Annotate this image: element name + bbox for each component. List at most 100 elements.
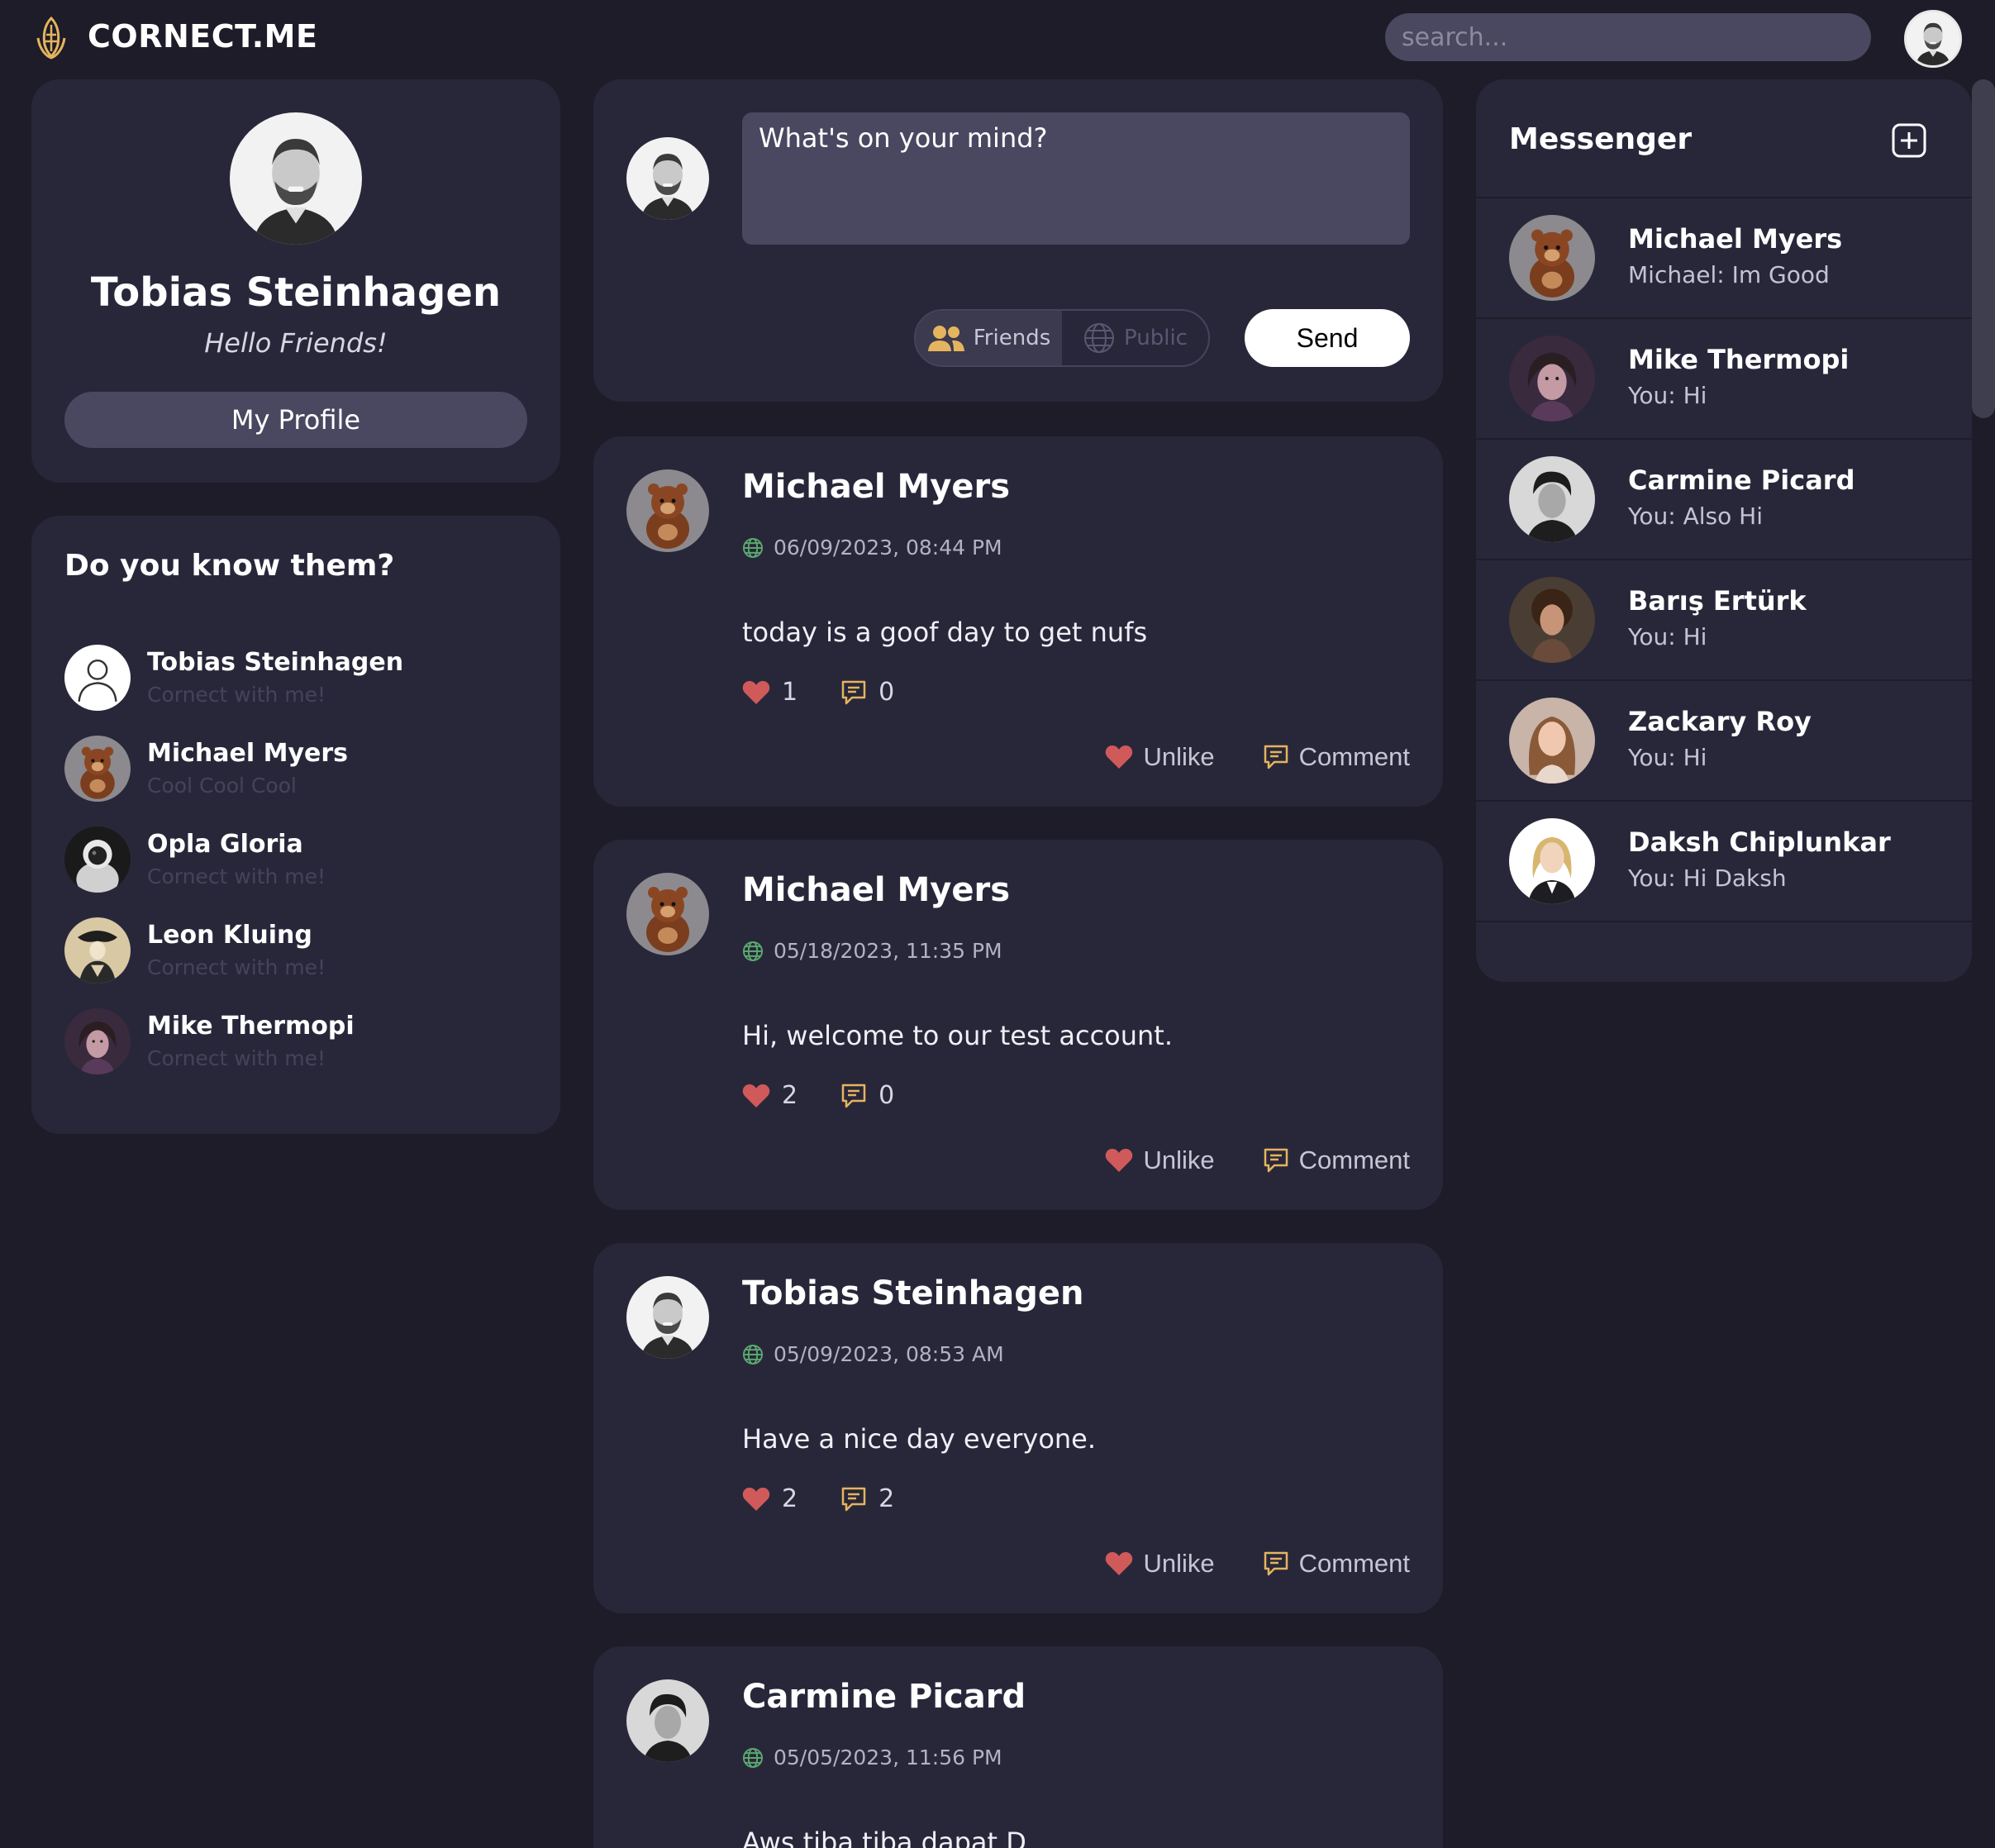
suggestions-card: Do you know them? Tobias Steinhagen Corn… — [31, 516, 560, 1134]
profile-name: Tobias Steinhagen — [90, 269, 502, 316]
post-author-name[interactable]: Michael Myers — [742, 871, 1010, 909]
suggestion-avatar — [64, 826, 131, 893]
post-card: Carmine Picard 05/05/2023, 11:56 PM Aws … — [593, 1646, 1443, 1848]
composer-avatar — [626, 137, 709, 220]
conversation-item[interactable]: Daksh Chiplunkar You: Hi Daksh — [1476, 802, 1972, 922]
conversation-item[interactable]: Zackary Roy You: Hi — [1476, 681, 1972, 802]
post-author-name[interactable]: Tobias Steinhagen — [742, 1274, 1083, 1312]
conversation-last-message: You: Hi Daksh — [1628, 864, 1787, 892]
suggestion-name[interactable]: Tobias Steinhagen — [147, 648, 403, 677]
unlike-label: Unlike — [1143, 1549, 1215, 1578]
user-avatar-button[interactable] — [1904, 10, 1962, 68]
post-input[interactable] — [742, 112, 1410, 245]
suggestion-avatar — [64, 917, 131, 984]
comment-icon — [841, 1487, 866, 1511]
post-card: Michael Myers 05/18/2023, 11:35 PM Hi, w… — [593, 840, 1443, 1210]
conversation-last-message: You: Also Hi — [1628, 502, 1763, 530]
conversation-item[interactable]: Michael Myers Michael: Im Good — [1476, 198, 1972, 319]
comment-icon — [1264, 1551, 1288, 1576]
my-profile-button[interactable]: My Profile — [64, 392, 527, 448]
post-composer: Friends Public Send — [593, 79, 1443, 402]
suggestion-item[interactable]: Tobias Steinhagen Cornect with me! — [64, 645, 544, 736]
post-author-avatar[interactable] — [626, 469, 709, 552]
post-date: 05/18/2023, 11:35 PM — [774, 939, 1002, 963]
post-actions: Unlike Comment — [1105, 1145, 1410, 1175]
app-logo[interactable]: CORNECT.ME — [33, 13, 317, 60]
conversation-item[interactable]: Carmine Picard You: Also Hi — [1476, 440, 1972, 560]
scrollbar-thumb[interactable] — [1972, 79, 1995, 418]
globe-icon — [1084, 323, 1115, 353]
suggestion-subtitle: Cornect with me! — [147, 683, 326, 707]
unlike-label: Unlike — [1143, 742, 1215, 771]
comment-count: 0 — [878, 678, 895, 707]
new-message-icon[interactable] — [1891, 122, 1927, 159]
visibility-friends-label: Friends — [973, 326, 1051, 350]
post-author-name[interactable]: Carmine Picard — [742, 1678, 1026, 1716]
send-button[interactable]: Send — [1245, 309, 1410, 367]
post-author-avatar[interactable] — [626, 1679, 709, 1762]
post-date: 06/09/2023, 08:44 PM — [774, 536, 1002, 560]
post-content: Hi, welcome to our test account. — [742, 1020, 1174, 1051]
heart-icon — [742, 680, 770, 704]
conversation-last-message: You: Hi — [1628, 623, 1707, 650]
post-meta: 05/09/2023, 08:53 AM — [742, 1342, 1004, 1366]
post-card: Michael Myers 06/09/2023, 08:44 PM today… — [593, 436, 1443, 807]
conversation-avatar — [1509, 818, 1595, 904]
conversation-list: Michael Myers Michael: Im Good Mike Ther… — [1476, 197, 1972, 922]
visibility-toggle: Friends Public — [914, 309, 1210, 367]
unlike-button[interactable]: Unlike — [1105, 1549, 1215, 1579]
suggestion-name[interactable]: Mike Thermopi — [147, 1012, 355, 1041]
friends-icon — [927, 326, 964, 351]
post-actions: Unlike Comment — [1105, 1549, 1410, 1579]
suggestions-title: Do you know them? — [64, 549, 395, 583]
conversation-name: Michael Myers — [1628, 223, 1843, 255]
suggestion-avatar — [64, 736, 131, 802]
conversation-name: Barış Ertürk — [1628, 585, 1807, 617]
conversation-avatar — [1509, 215, 1595, 301]
post-meta: 05/18/2023, 11:35 PM — [742, 939, 1002, 963]
conversation-item[interactable]: Mike Thermopi You: Hi — [1476, 319, 1972, 440]
visibility-friends-option[interactable]: Friends — [916, 311, 1062, 365]
heart-icon — [1106, 1149, 1133, 1172]
suggestion-item[interactable]: Mike Thermopi Cornect with me! — [64, 1008, 544, 1099]
suggestion-avatar — [64, 1008, 131, 1074]
heart-icon — [1106, 1552, 1133, 1575]
heart-icon — [742, 1084, 770, 1107]
conversation-avatar — [1509, 456, 1595, 542]
profile-card: Tobias Steinhagen Hello Friends! My Prof… — [31, 79, 560, 483]
comment-button[interactable]: Comment — [1263, 742, 1410, 772]
conversation-name: Mike Thermopi — [1628, 344, 1850, 375]
post-counts: 2 2 — [742, 1484, 894, 1513]
heart-icon — [1106, 745, 1133, 769]
suggestion-name[interactable]: Opla Gloria — [147, 830, 303, 859]
suggestion-name[interactable]: Leon Kluing — [147, 921, 312, 950]
post-meta: 06/09/2023, 08:44 PM — [742, 536, 1002, 560]
comment-button[interactable]: Comment — [1263, 1145, 1410, 1175]
post-author-avatar[interactable] — [626, 873, 709, 955]
heart-icon — [742, 1487, 770, 1511]
post-author-name[interactable]: Michael Myers — [742, 468, 1010, 506]
conversation-name: Zackary Roy — [1628, 706, 1812, 737]
comment-button[interactable]: Comment — [1263, 1549, 1410, 1579]
conversation-avatar — [1509, 577, 1595, 663]
conversation-avatar — [1509, 698, 1595, 783]
suggestion-name[interactable]: Michael Myers — [147, 739, 348, 768]
post-date: 05/05/2023, 11:56 PM — [774, 1746, 1002, 1769]
conversation-item[interactable]: Barış Ertürk You: Hi — [1476, 560, 1972, 681]
suggestion-item[interactable]: Opla Gloria Cornect with me! — [64, 826, 544, 917]
post-author-avatar[interactable] — [626, 1276, 709, 1359]
post-meta: 05/05/2023, 11:56 PM — [742, 1746, 1002, 1769]
like-count: 2 — [782, 1484, 798, 1513]
page-scrollbar[interactable] — [1972, 79, 1995, 1848]
unlike-button[interactable]: Unlike — [1105, 742, 1215, 772]
conversation-avatar — [1509, 336, 1595, 422]
unlike-button[interactable]: Unlike — [1105, 1145, 1215, 1175]
conversation-last-message: Michael: Im Good — [1628, 261, 1830, 288]
public-globe-icon — [742, 941, 764, 961]
suggestion-item[interactable]: Leon Kluing Cornect with me! — [64, 917, 544, 1008]
suggestion-item[interactable]: Michael Myers Cool Cool Cool — [64, 736, 544, 826]
suggestion-subtitle: Cool Cool Cool — [147, 774, 297, 798]
visibility-public-option[interactable]: Public — [1062, 311, 1208, 365]
search-input[interactable] — [1385, 13, 1871, 61]
post-content: Have a nice day everyone. — [742, 1423, 1097, 1455]
